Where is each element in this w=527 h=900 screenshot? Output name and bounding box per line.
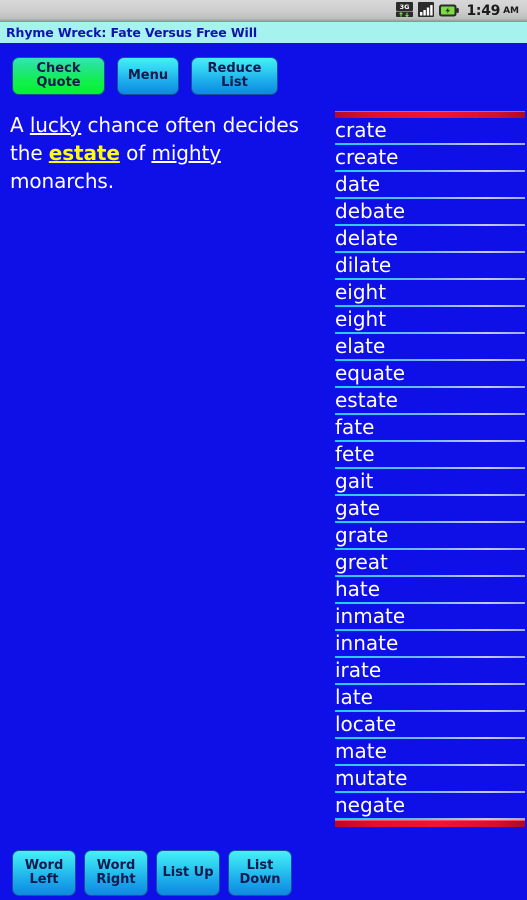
list-item[interactable]: gait: [335, 469, 525, 496]
list-item[interactable]: grate: [335, 523, 525, 550]
word-left-button-label-line2: Left: [29, 872, 59, 887]
list-item-label: eight: [335, 280, 387, 304]
list-item[interactable]: fate: [335, 415, 525, 442]
list-item-label: estate: [335, 388, 398, 412]
3g-data-icon: 3G: [396, 1, 414, 21]
quote-plain-text: monarchs.: [10, 169, 114, 193]
check-quote-button-label: Check Quote: [36, 61, 81, 90]
list-item[interactable]: mutate: [335, 766, 525, 793]
list-item[interactable]: dilate: [335, 253, 525, 280]
quote-underlined-word: lucky: [29, 113, 82, 137]
list-down-button-label-line1: List: [246, 858, 274, 874]
list-up-button[interactable]: List Up: [156, 850, 220, 896]
list-item-label: inmate: [335, 604, 406, 628]
list-item[interactable]: estate: [335, 388, 525, 415]
status-bar-clock: 1:49: [466, 3, 501, 19]
rhyme-word-list[interactable]: crate create date debate delate dilate eight ei…: [335, 111, 525, 896]
list-item-label: irate: [335, 658, 382, 682]
list-item[interactable]: debate: [335, 199, 525, 226]
word-right-button-label-line2: Right: [96, 872, 136, 887]
list-item-label: gait: [335, 469, 374, 493]
list-item[interactable]: negate: [335, 793, 525, 820]
quote-plain-text: of: [119, 141, 152, 165]
check-quote-button[interactable]: Check Quote: [12, 57, 105, 95]
list-down-button-label-line2: Down: [239, 872, 281, 887]
list-item[interactable]: crate: [335, 118, 525, 145]
list-item[interactable]: inmate: [335, 604, 525, 631]
menu-button-label: Menu: [127, 68, 169, 84]
list-item-label: grate: [335, 523, 389, 547]
top-toolbar: Check Quote Menu Reduce List: [0, 57, 527, 97]
list-item-label: debate: [335, 199, 406, 223]
list-item[interactable]: gate: [335, 496, 525, 523]
signal-bars-icon: [418, 1, 435, 21]
list-item-label: equate: [335, 361, 406, 385]
list-up-button-label: List Up: [162, 865, 214, 881]
word-right-button[interactable]: Word Right: [84, 850, 148, 896]
list-item[interactable]: late: [335, 685, 525, 712]
bottom-toolbar: Word Left Word Right List Up List Down: [0, 846, 527, 900]
list-item[interactable]: great: [335, 550, 525, 577]
android-status-bar: 3G 1:49 AM: [0, 0, 527, 22]
list-item-label: mate: [335, 739, 387, 763]
list-item-label: negate: [335, 793, 406, 817]
list-item[interactable]: fete: [335, 442, 525, 469]
list-item-label: date: [335, 172, 381, 196]
list-item-label: elate: [335, 334, 386, 358]
list-item-label: crate: [335, 118, 387, 142]
list-down-button[interactable]: List Down: [228, 850, 292, 896]
list-item-label: delate: [335, 226, 398, 250]
quote-underlined-word: mighty: [151, 141, 221, 165]
list-item-label: fate: [335, 415, 375, 439]
list-item-separator: [335, 818, 525, 820]
list-item[interactable]: eight: [335, 280, 525, 307]
list-item[interactable]: irate: [335, 658, 525, 685]
list-item-label: fete: [335, 442, 375, 466]
battery-charging-icon: [439, 2, 460, 21]
list-item[interactable]: delate: [335, 226, 525, 253]
quote-highlighted-word: estate: [48, 141, 120, 165]
list-item-label: hate: [335, 577, 381, 601]
list-item[interactable]: innate: [335, 631, 525, 658]
list-item[interactable]: create: [335, 145, 525, 172]
list-item-label: mutate: [335, 766, 408, 790]
list-item[interactable]: date: [335, 172, 525, 199]
list-item[interactable]: elate: [335, 334, 525, 361]
word-left-button-label-line1: Word: [24, 858, 64, 874]
list-item-label: eight: [335, 307, 387, 331]
list-item[interactable]: mate: [335, 739, 525, 766]
reduce-list-button[interactable]: Reduce List: [191, 57, 278, 95]
app-body: Check Quote Menu Reduce List A lucky cha…: [0, 43, 527, 900]
app-screen: 3G 1:49 AM Rhyme Wreck: Fate Versus Free…: [0, 0, 527, 900]
list-item-label: locate: [335, 712, 397, 736]
list-item-label: late: [335, 685, 373, 709]
page-title: Rhyme Wreck: Fate Versus Free Will: [6, 25, 258, 40]
word-left-button[interactable]: Word Left: [12, 850, 76, 896]
list-bottom-marker: [335, 820, 525, 827]
quote-text: A lucky chance often decides the estate …: [10, 111, 310, 195]
list-item-label: create: [335, 145, 399, 169]
list-item-label: dilate: [335, 253, 392, 277]
list-item[interactable]: locate: [335, 712, 525, 739]
list-item[interactable]: equate: [335, 361, 525, 388]
app-title-bar: Rhyme Wreck: Fate Versus Free Will: [0, 22, 527, 43]
quote-plain-text: A: [10, 113, 30, 137]
reduce-list-button-label: Reduce List: [207, 61, 262, 90]
word-right-button-label-line1: Word: [96, 858, 136, 874]
list-item-label: innate: [335, 631, 399, 655]
list-item[interactable]: eight: [335, 307, 525, 334]
list-item-label: gate: [335, 496, 381, 520]
rhyme-word-rows: crate create date debate delate dilate eight ei…: [335, 118, 525, 820]
list-item[interactable]: hate: [335, 577, 525, 604]
status-bar-ampm: AM: [503, 6, 519, 16]
svg-text:3G: 3G: [400, 3, 410, 11]
list-item-label: great: [335, 550, 388, 574]
menu-button[interactable]: Menu: [117, 57, 179, 95]
